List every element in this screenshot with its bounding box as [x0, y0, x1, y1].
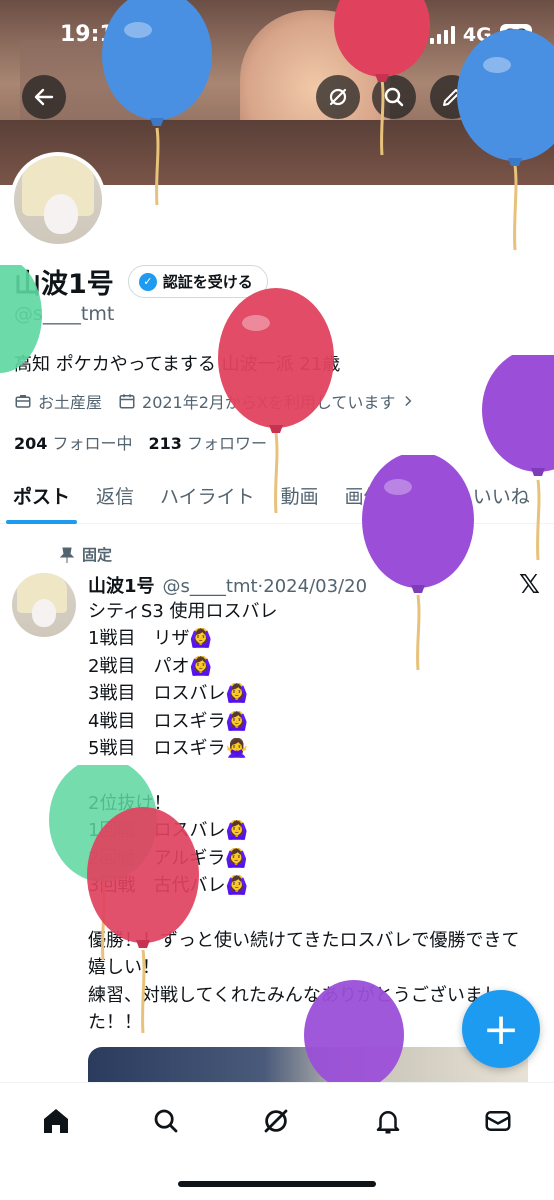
- network-label: 4G: [462, 24, 492, 46]
- tweet-line: [88, 899, 528, 926]
- grok-icon: [329, 88, 347, 106]
- chevron-right-icon: [405, 396, 412, 406]
- tweet-line: 2回戦 アルギラ🙆‍♀️: [88, 847, 248, 869]
- battery-indicator: 88: [499, 24, 532, 46]
- tweet-text[interactable]: シティS3 使用ロスバレ 1戦目 リザ🙆‍♀️ 2戦目 パオ🙆‍♀️ 3戦目 ロ…: [88, 598, 528, 1036]
- profile-display-name: 山波1号: [14, 269, 114, 300]
- status-time: 19:19: [60, 22, 131, 47]
- tweet-line: 1回戦 ロスバレ🙆‍♀️: [88, 820, 248, 842]
- tab-highlights[interactable]: ハイライト: [147, 470, 268, 524]
- profile-tabs: ポスト 返信 ハイライト 動画 画像 記事 いいね: [0, 470, 554, 524]
- tab-articles[interactable]: 記事: [396, 470, 460, 524]
- tweet-line: 3回戦 古代バレ🙆‍♀️: [88, 875, 248, 897]
- bell-icon: [376, 1111, 400, 1134]
- profile-category: お土産屋: [14, 389, 102, 413]
- back-button[interactable]: [22, 75, 66, 119]
- pin-icon: [60, 547, 74, 563]
- tweet-line: 2位抜け！: [88, 792, 172, 814]
- grok-icon: [264, 1109, 288, 1133]
- share-button[interactable]: [486, 75, 530, 119]
- tab-likes[interactable]: いいね: [460, 470, 543, 524]
- status-bar: 19:19 4G 88: [0, 0, 554, 72]
- briefcase-icon: [15, 395, 31, 408]
- tweet-header: 山波1号 @s____tmt·2024/03/20: [88, 572, 367, 598]
- following-link[interactable]: 204 フォロー中: [14, 430, 133, 454]
- tab-posts[interactable]: ポスト: [0, 470, 83, 524]
- mail-icon: [485, 1111, 511, 1131]
- calendar-icon: [119, 394, 135, 409]
- profile-joined-link[interactable]: 2021年2月からXを利用しています: [118, 389, 415, 413]
- nav-notifications[interactable]: [368, 1101, 408, 1141]
- nav-home[interactable]: [36, 1101, 76, 1141]
- tweet-line: 3戦目 ロスバレ🙆‍♀️: [88, 683, 248, 705]
- get-verified-label: 認証を受ける: [162, 273, 253, 291]
- search-icon: [384, 87, 404, 107]
- profile-avatar[interactable]: [10, 152, 106, 248]
- nav-search[interactable]: [146, 1101, 186, 1141]
- nav-messages[interactable]: [478, 1101, 518, 1141]
- tweet-handle-date: @s____tmt·2024/03/20: [162, 576, 368, 597]
- tab-videos[interactable]: 動画: [268, 470, 332, 524]
- balloon-purple-icon: [482, 355, 554, 561]
- tweet-media-image[interactable]: [88, 1047, 528, 1087]
- tweet-avatar[interactable]: [12, 573, 76, 637]
- home-indicator: [178, 1181, 376, 1187]
- bottom-navigation: [0, 1082, 554, 1200]
- x-logo-icon: 𝕏: [519, 570, 540, 600]
- edit-icon: [443, 89, 460, 106]
- tab-images[interactable]: 画像: [332, 470, 396, 524]
- tweet-line: 5戦目 ロスギラ🙅‍♀️: [88, 738, 248, 760]
- grok-button[interactable]: [316, 75, 360, 119]
- home-icon: [44, 1109, 68, 1133]
- tweet-author-name[interactable]: 山波1号: [88, 572, 155, 598]
- verified-badge-icon: ✓: [138, 272, 157, 291]
- back-arrow-icon: [34, 88, 54, 106]
- profile-handle: @s____tmt: [14, 303, 115, 325]
- nav-grok[interactable]: [256, 1101, 296, 1141]
- followers-link[interactable]: 213 フォロワー: [149, 430, 268, 454]
- tab-replies[interactable]: 返信: [83, 470, 147, 524]
- signal-icon: [429, 26, 455, 44]
- tweet-line: 1戦目 リザ🙆‍♀️: [88, 628, 212, 650]
- get-verified-button[interactable]: ✓ 認証を受ける: [127, 265, 268, 298]
- search-button[interactable]: [372, 75, 416, 119]
- share-icon: [500, 88, 516, 106]
- tweet-line: 優勝！！ずっと使い続けてきたロスバレで優勝できて嬉しい！: [88, 929, 520, 979]
- tweet-line: 4戦目 ロスギラ🙆‍♀️: [88, 710, 248, 732]
- edit-button[interactable]: [430, 75, 474, 119]
- tweet-line: シティS3 使用ロスバレ: [88, 601, 278, 622]
- search-icon: [154, 1109, 178, 1133]
- compose-post-button[interactable]: +: [462, 990, 540, 1068]
- tweet-line: [88, 762, 528, 789]
- pinned-indicator: 固定: [60, 544, 112, 565]
- profile-bio: 高知 ポケカやってまする 山波一派 21歳: [14, 354, 341, 375]
- tweet-line: 2戦目 パオ🙆‍♀️: [88, 655, 212, 677]
